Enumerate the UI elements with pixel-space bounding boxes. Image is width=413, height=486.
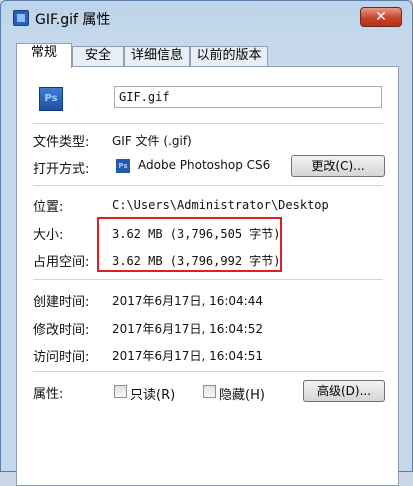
- tab-previous-versions[interactable]: 以前的版本: [190, 46, 268, 66]
- open-with-label: 打开方式:: [33, 162, 90, 177]
- hidden-checkbox[interactable]: [203, 385, 216, 398]
- properties-window: GIF.gif 属性 ✕ 常规 安全 详细信息 以前的版本 Ps GIF.gif…: [0, 0, 413, 486]
- created-value: 2017年6月17日, 16:04:44: [112, 294, 263, 308]
- modified-label: 修改时间:: [33, 323, 90, 338]
- general-panel: Ps GIF.gif 文件类型: GIF 文件 (.gif) 打开方式: Ps …: [16, 66, 399, 486]
- photoshop-app-icon: Ps: [116, 159, 130, 173]
- open-with-value: Adobe Photoshop CS6: [138, 158, 271, 172]
- highlight-box: [97, 217, 282, 272]
- accessed-value: 2017年6月17日, 16:04:51: [112, 349, 263, 363]
- accessed-label: 访问时间:: [33, 350, 90, 365]
- close-button[interactable]: ✕: [360, 7, 402, 27]
- attributes-label: 属性:: [33, 387, 64, 402]
- change-button[interactable]: 更改(C)...: [291, 155, 385, 177]
- tab-general[interactable]: 常规: [16, 43, 72, 68]
- file-type-label: 文件类型:: [33, 135, 90, 150]
- hidden-label[interactable]: 隐藏(H): [219, 384, 265, 403]
- divider: [33, 371, 383, 372]
- divider: [33, 185, 383, 186]
- filename-input[interactable]: GIF.gif: [114, 86, 382, 108]
- location-label: 位置:: [33, 200, 64, 215]
- photoshop-file-icon: Ps: [39, 87, 63, 111]
- readonly-checkbox[interactable]: [114, 385, 127, 398]
- divider: [33, 279, 383, 280]
- tab-details[interactable]: 详细信息: [124, 46, 190, 66]
- created-label: 创建时间:: [33, 295, 90, 310]
- readonly-label[interactable]: 只读(R): [130, 384, 175, 403]
- title-bar[interactable]: GIF.gif 属性 ✕: [1, 1, 412, 37]
- divider: [33, 123, 383, 124]
- window-title: GIF.gif 属性: [35, 12, 111, 28]
- size-label: 大小:: [33, 228, 64, 243]
- size-on-disk-label: 占用空间:: [33, 255, 90, 270]
- modified-value: 2017年6月17日, 16:04:52: [112, 322, 263, 336]
- file-type-value: GIF 文件 (.gif): [112, 134, 192, 148]
- tab-security[interactable]: 安全: [72, 46, 124, 66]
- location-value: C:\Users\Administrator\Desktop: [112, 198, 329, 212]
- advanced-button[interactable]: 高级(D)...: [303, 380, 385, 402]
- file-properties-icon: [13, 10, 29, 26]
